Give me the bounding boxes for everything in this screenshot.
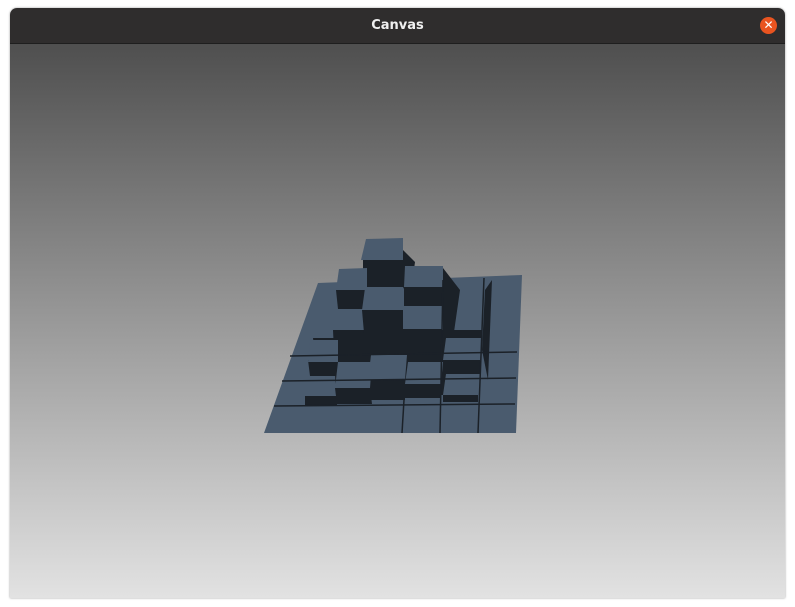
voxel-scene <box>264 238 522 434</box>
app-window: Canvas ✕ <box>10 8 785 598</box>
render-canvas[interactable] <box>10 44 785 598</box>
